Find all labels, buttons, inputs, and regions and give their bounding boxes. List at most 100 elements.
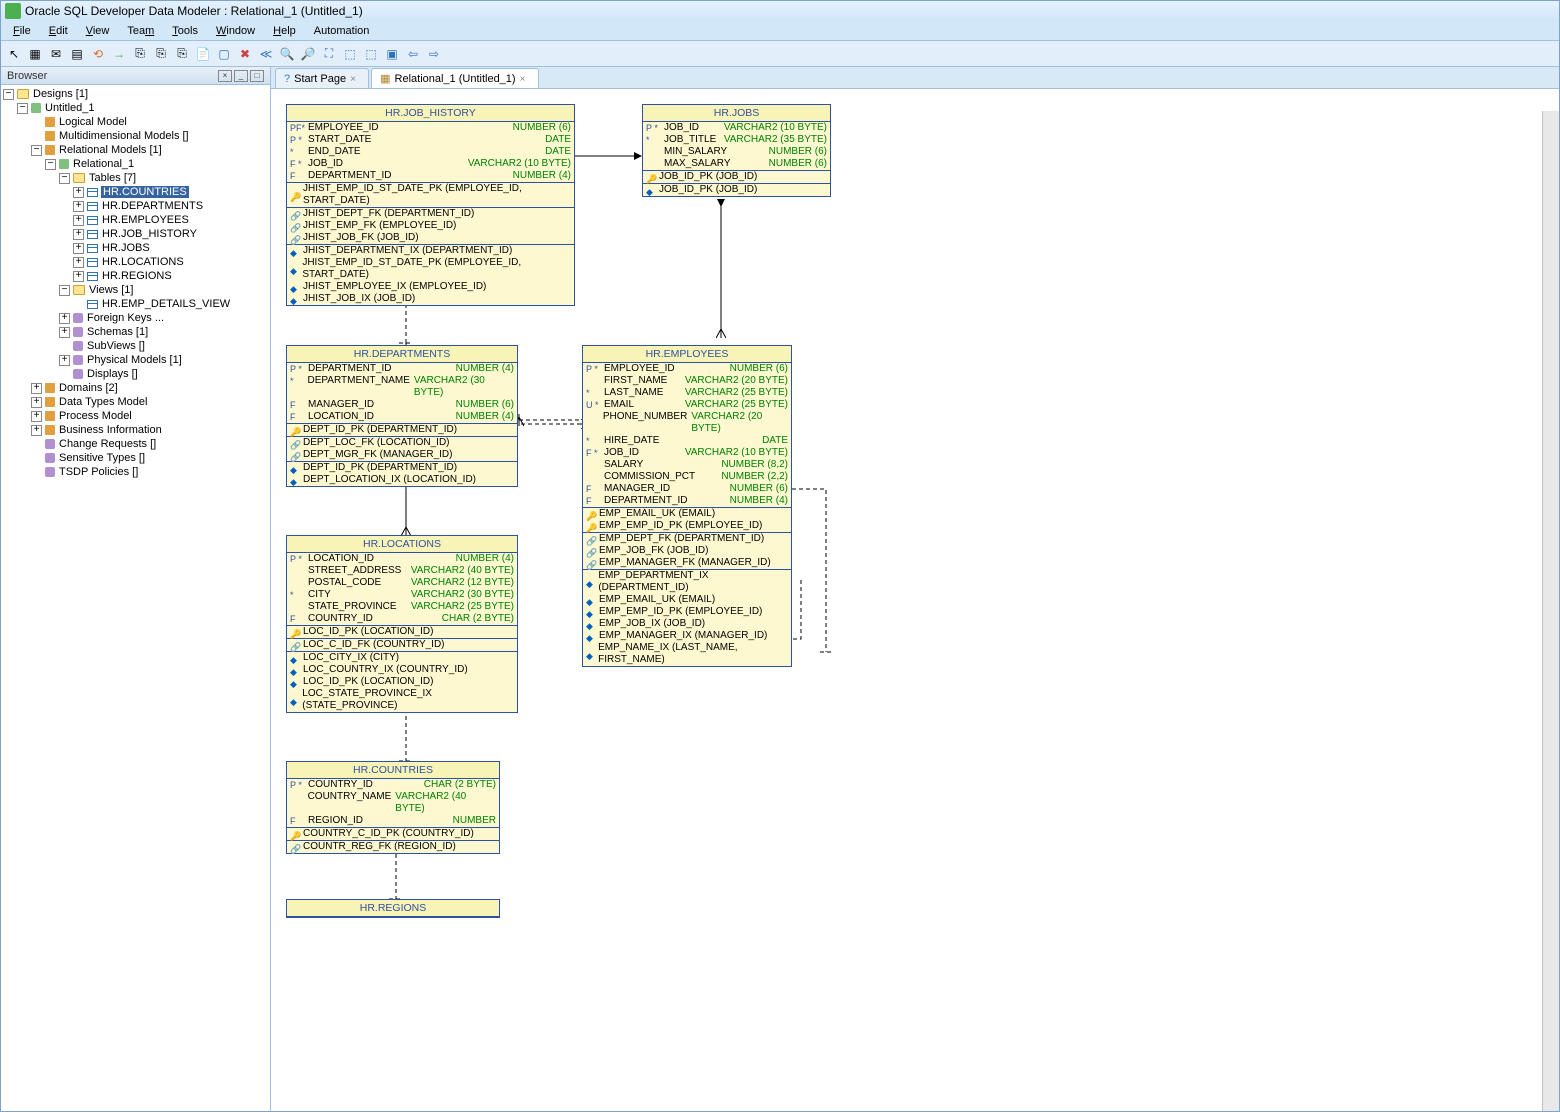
tree-dtm[interactable]: Data Types Model (58, 396, 148, 408)
menu-automation[interactable]: Automation (306, 23, 378, 39)
tree-t4[interactable]: HR.JOB_HISTORY (101, 228, 198, 240)
refresh-icon[interactable]: ⟲ (89, 45, 107, 63)
tree-toggle[interactable]: − (45, 159, 56, 170)
tree-tables[interactable]: Tables [7] (88, 172, 137, 184)
tree-toggle[interactable]: − (17, 103, 28, 114)
tree-toggle[interactable]: − (31, 145, 42, 156)
tree-toggle[interactable]: + (73, 243, 84, 254)
copy3-icon[interactable]: ⎘ (173, 45, 191, 63)
copy2-icon[interactable]: ⎘ (152, 45, 170, 63)
entity-job-history[interactable]: HR.JOB_HISTORY PF*EMPLOYEE_IDNUMBER (6)P… (286, 104, 575, 306)
close-icon[interactable]: × (350, 74, 360, 84)
entity-jobs[interactable]: HR.JOBS P *JOB_IDVARCHAR2 (10 BYTE) *JOB… (642, 104, 831, 197)
entity-countries[interactable]: HR.COUNTRIES P *COUNTRY_IDCHAR (2 BYTE)C… (286, 761, 500, 854)
panel-maximize-icon[interactable]: □ (250, 70, 264, 82)
panel-minimize-icon[interactable]: × (218, 70, 232, 82)
envelope-icon[interactable]: ✉ (47, 45, 65, 63)
screen-icon[interactable]: ▣ (383, 45, 401, 63)
entity-employees[interactable]: HR.EMPLOYEES P *EMPLOYEE_IDNUMBER (6)FIR… (582, 345, 792, 667)
tree-toggle[interactable]: + (73, 271, 84, 282)
tree-toggle[interactable]: + (73, 257, 84, 268)
tree-toggle[interactable]: − (59, 285, 70, 296)
tree-toggle[interactable]: + (31, 397, 42, 408)
tree-relmodels[interactable]: Relational Models [1] (58, 144, 163, 156)
copy1-icon[interactable]: ⎘ (131, 45, 149, 63)
tree-designs[interactable]: Designs [1] (32, 88, 89, 100)
menu-team[interactable]: Team (119, 23, 162, 39)
zoom-out-icon[interactable]: 🔎 (299, 45, 317, 63)
folder-icon (17, 89, 29, 99)
tree-cr[interactable]: Change Requests [] (58, 438, 157, 450)
entity-departments[interactable]: HR.DEPARTMENTS P *DEPARTMENT_IDNUMBER (4… (286, 345, 518, 487)
tree-toggle[interactable]: + (31, 383, 42, 394)
browser-tree[interactable]: −Designs [1] −Untitled_1 Logical Model M… (1, 85, 270, 1111)
tree-toggle[interactable]: + (31, 425, 42, 436)
cube-icon (45, 117, 55, 127)
menu-window[interactable]: Window (208, 23, 263, 39)
tree-logical[interactable]: Logical Model (58, 116, 128, 128)
tree-t3[interactable]: HR.EMPLOYEES (101, 214, 190, 226)
entity-regions[interactable]: HR.REGIONS (286, 899, 500, 918)
tab-start-page[interactable]: ? Start Page × (275, 68, 369, 88)
tree-t6[interactable]: HR.LOCATIONS (101, 256, 185, 268)
tab-start-label: Start Page (294, 73, 346, 85)
close-icon[interactable]: × (520, 74, 530, 84)
tree-toggle[interactable]: + (59, 355, 70, 366)
layers-icon[interactable]: ▤ (68, 45, 86, 63)
tree-toggle[interactable]: + (73, 229, 84, 240)
tree-t5[interactable]: HR.JOBS (101, 242, 151, 254)
misc2-icon[interactable]: ⬚ (362, 45, 380, 63)
menu-help[interactable]: Help (265, 23, 304, 39)
table-column: *JOB_TITLEVARCHAR2 (35 BYTE) (643, 134, 830, 146)
tree-fkeys[interactable]: Foreign Keys ... (86, 312, 165, 324)
table-column: P *COUNTRY_IDCHAR (2 BYTE) (287, 779, 499, 791)
tree-tsdp[interactable]: TSDP Policies [] (58, 466, 139, 478)
menu-edit[interactable]: Edit (41, 23, 76, 39)
play-icon[interactable]: → (110, 45, 128, 63)
tree-subviews[interactable]: SubViews [] (86, 340, 146, 352)
tree-bi[interactable]: Business Information (58, 424, 163, 436)
tree-multi[interactable]: Multidimensional Models [] (58, 130, 190, 142)
menu-tools[interactable]: Tools (164, 23, 206, 39)
menu-file[interactable]: File (5, 23, 39, 39)
tree-v1[interactable]: HR.EMP_DETAILS_VIEW (101, 298, 231, 310)
vertical-scrollbar[interactable] (1542, 111, 1559, 1111)
tree-rel1[interactable]: Relational_1 (72, 158, 135, 170)
tree-views[interactable]: Views [1] (88, 284, 134, 296)
tab-relational[interactable]: ▦ Relational_1 (Untitled_1) × (371, 68, 538, 88)
tree-domains[interactable]: Domains [2] (58, 382, 119, 394)
tree-t1[interactable]: HR.COUNTRIES (101, 186, 189, 198)
tree-toggle[interactable]: + (59, 327, 70, 338)
panel-minimize2-icon[interactable]: _ (234, 70, 248, 82)
new-icon[interactable]: 📄 (194, 45, 212, 63)
cube-icon (45, 145, 55, 155)
tree-toggle[interactable]: − (59, 173, 70, 184)
tree-displays[interactable]: Displays [] (86, 368, 139, 380)
tree-t2[interactable]: HR.DEPARTMENTS (101, 200, 204, 212)
tree-t7[interactable]: HR.REGIONS (101, 270, 173, 282)
next-icon[interactable]: ⇨ (425, 45, 443, 63)
tree-schemas[interactable]: Schemas [1] (86, 326, 149, 338)
diagram-canvas[interactable]: HR.JOB_HISTORY PF*EMPLOYEE_IDNUMBER (6)P… (271, 89, 1559, 1111)
fit-icon[interactable]: ⛶ (320, 45, 338, 63)
grid-icon[interactable]: ▦ (26, 45, 44, 63)
tree-toggle[interactable]: + (73, 187, 84, 198)
tree-toggle[interactable]: + (31, 411, 42, 422)
tree-phys[interactable]: Physical Models [1] (86, 354, 183, 366)
tree-toggle[interactable]: + (73, 215, 84, 226)
prev-icon[interactable]: ⇦ (404, 45, 422, 63)
tree-toggle[interactable]: − (3, 89, 14, 100)
entity-locations[interactable]: HR.LOCATIONS P *LOCATION_IDNUMBER (4)STR… (286, 535, 518, 713)
tree-untitled[interactable]: Untitled_1 (44, 102, 96, 114)
tree-pm[interactable]: Process Model (58, 410, 133, 422)
cursor-icon[interactable]: ↖ (5, 45, 23, 63)
zoom-in-icon[interactable]: 🔍 (278, 45, 296, 63)
tree-st[interactable]: Sensitive Types [] (58, 452, 146, 464)
misc1-icon[interactable]: ⬚ (341, 45, 359, 63)
tree-toggle[interactable]: + (73, 201, 84, 212)
menu-view[interactable]: View (78, 23, 118, 39)
tree-toggle[interactable]: + (59, 313, 70, 324)
delete-icon[interactable]: ✖ (236, 45, 254, 63)
back-icon[interactable]: ≪ (257, 45, 275, 63)
box-icon[interactable]: ▢ (215, 45, 233, 63)
